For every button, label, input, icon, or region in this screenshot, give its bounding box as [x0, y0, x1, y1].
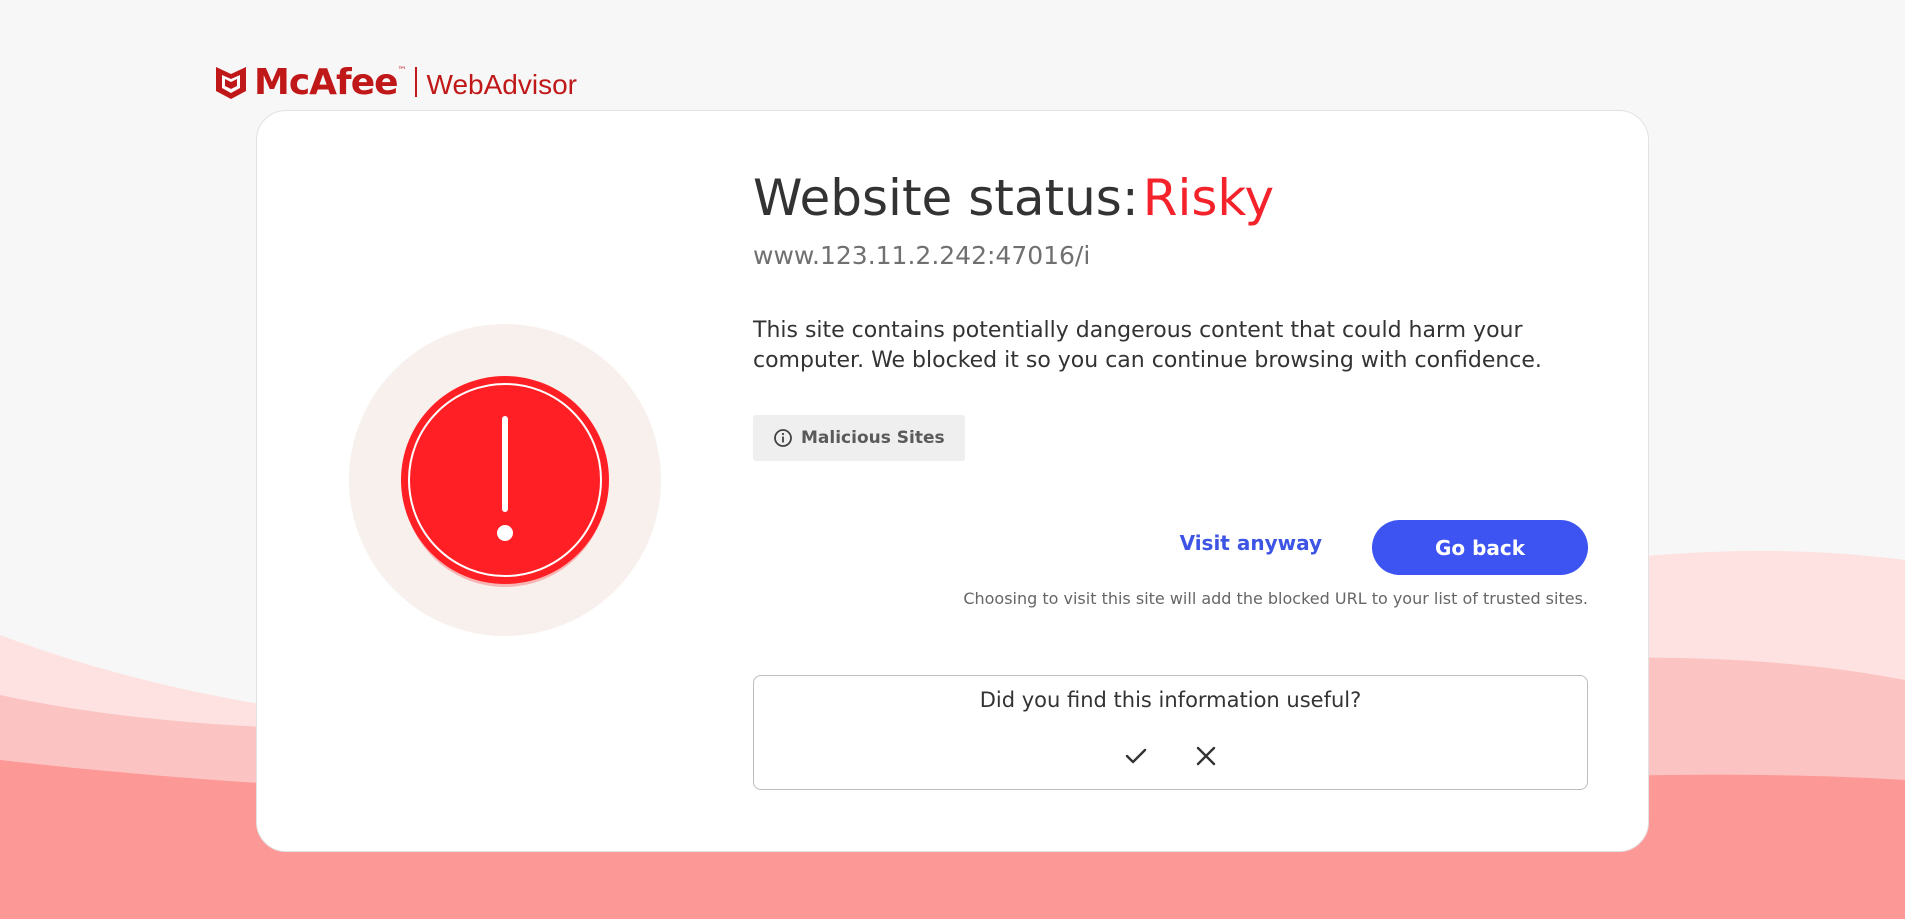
- threat-category-label: Malicious Sites: [801, 428, 945, 448]
- info-icon: [774, 429, 792, 447]
- feedback-question: Did you find this information useful?: [979, 688, 1362, 712]
- go-back-button[interactable]: Go back: [1372, 520, 1588, 575]
- blocked-url: www.123.11.2.242:47016/i: [753, 241, 1091, 270]
- status-value: Risky: [1142, 169, 1275, 227]
- checkmark-icon[interactable]: [1122, 742, 1150, 770]
- warning-card: Website status:Risky www.123.11.2.242:47…: [256, 110, 1649, 852]
- close-icon[interactable]: [1192, 742, 1220, 770]
- trademark: ™: [397, 66, 407, 76]
- trusted-sites-note: Choosing to visit this site will add the…: [963, 589, 1588, 608]
- page: McAfee ™ WebAdvisor Website status:Risky…: [0, 0, 1905, 919]
- status-title-prefix: Website status:: [753, 169, 1139, 227]
- page-title: Website status:Risky: [753, 169, 1274, 227]
- threat-category-badge[interactable]: Malicious Sites: [753, 415, 965, 461]
- logo-divider: [414, 67, 417, 97]
- visit-anyway-link[interactable]: Visit anyway: [1180, 531, 1322, 555]
- status-description: This site contains potentially dangerous…: [753, 318, 1542, 373]
- alert-graphic: [349, 324, 661, 636]
- exclamation-icon: [349, 324, 661, 636]
- brand-name: McAfee: [254, 61, 399, 103]
- feedback-box: Did you find this information useful?: [753, 675, 1588, 790]
- mcafee-shield-icon: [216, 67, 246, 99]
- mcafee-logo: McAfee ™ WebAdvisor: [214, 60, 577, 104]
- product-name: WebAdvisor: [426, 69, 577, 100]
